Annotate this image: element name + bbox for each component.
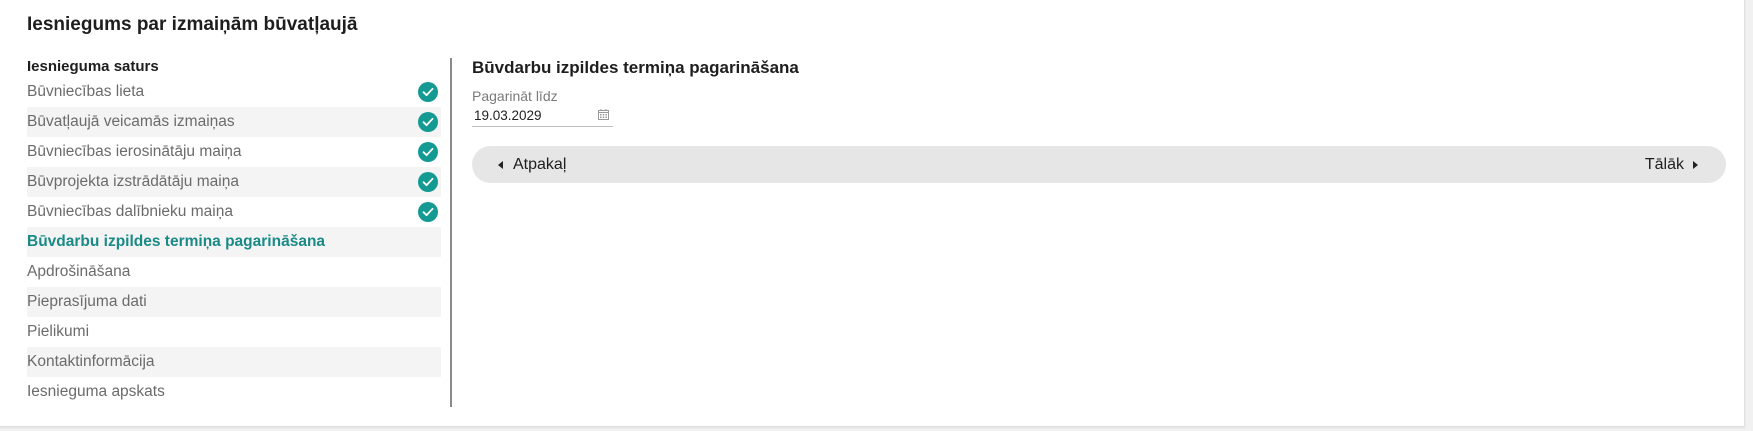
sidebar-item-label: Būvprojekta izstrādātāju maiņa (27, 173, 239, 190)
sidebar-list: Būvniecības lieta Būvatļaujā veicamās izm… (27, 77, 441, 407)
extend-until-label: Pagarināt līdz (472, 88, 558, 104)
back-button-label: Atpakaļ (513, 156, 567, 173)
sidebar-item-label: Būvdarbu izpildes termiņa pagarināšana (27, 233, 326, 250)
extend-until-date-input[interactable] (472, 105, 589, 125)
sidebar-item[interactable]: Būvatļaujā veicamās izmaiņas (27, 107, 441, 137)
sidebar-item[interactable]: Kontaktinformācija (27, 347, 441, 377)
next-button[interactable]: Tālāk (1645, 146, 1698, 183)
caret-left-icon (498, 160, 503, 169)
sidebar-item-label: Būvniecības lieta (27, 83, 145, 100)
calendar-icon[interactable] (598, 109, 609, 120)
sidebar-item-label: Būvniecības ierosinātāju maiņa (27, 143, 242, 160)
sidebar-item[interactable]: Apdrošināšana (27, 257, 441, 287)
check-icon (418, 142, 438, 162)
section-title: Būvdarbu izpildes termiņa pagarināšana (472, 58, 799, 77)
sidebar-item[interactable]: Iesnieguma apskats (27, 377, 441, 407)
check-icon (418, 112, 438, 132)
sidebar-item[interactable]: Būvprojekta izstrādātāju maiņa (27, 167, 441, 197)
back-button[interactable]: Atpakaļ (498, 146, 566, 183)
check-icon (418, 82, 438, 102)
page-title: Iesniegums par izmaiņām būvatļaujā (27, 14, 358, 35)
check-icon (418, 172, 438, 192)
sidebar-item-label: Pieprasījuma dati (27, 293, 147, 310)
sidebar-item[interactable]: Būvniecības dalībnieku maiņa (27, 197, 441, 227)
sidebar: Iesnieguma saturs Būvniecības lieta Būvat… (27, 58, 441, 407)
sidebar-item[interactable]: Būvniecības lieta (27, 77, 441, 107)
sidebar-item[interactable]: Pieprasījuma dati (27, 287, 441, 317)
check-icon (418, 202, 438, 222)
sidebar-item-label: Būvatļaujā veicamās izmaiņas (27, 113, 235, 130)
main-content: Būvdarbu izpildes termiņa pagarināšana P… (472, 58, 1726, 183)
sidebar-item[interactable]: Pielikumi (27, 317, 441, 347)
sidebar-item-label: Iesnieguma apskats (27, 383, 165, 400)
extend-until-date-field (472, 105, 613, 127)
caret-right-icon (1693, 160, 1698, 169)
sidebar-item-label: Kontaktinformācija (27, 353, 155, 370)
vertical-divider (450, 58, 452, 407)
sidebar-heading: Iesnieguma saturs (27, 58, 159, 75)
sidebar-item-label: Apdrošināšana (27, 263, 131, 280)
application-panel: Iesniegums par izmaiņām būvatļaujā Iesni… (0, 0, 1745, 427)
sidebar-item-label: Būvniecības dalībnieku maiņa (27, 203, 233, 220)
sidebar-item[interactable]: Būvniecības ierosinātāju maiņa (27, 137, 441, 167)
sidebar-item[interactable]: Būvdarbu izpildes termiņa pagarināšana (27, 227, 441, 257)
sidebar-item-label: Pielikumi (27, 323, 90, 340)
wizard-nav-bar: Atpakaļ Tālāk (472, 146, 1726, 183)
next-button-label: Tālāk (1644, 156, 1684, 173)
